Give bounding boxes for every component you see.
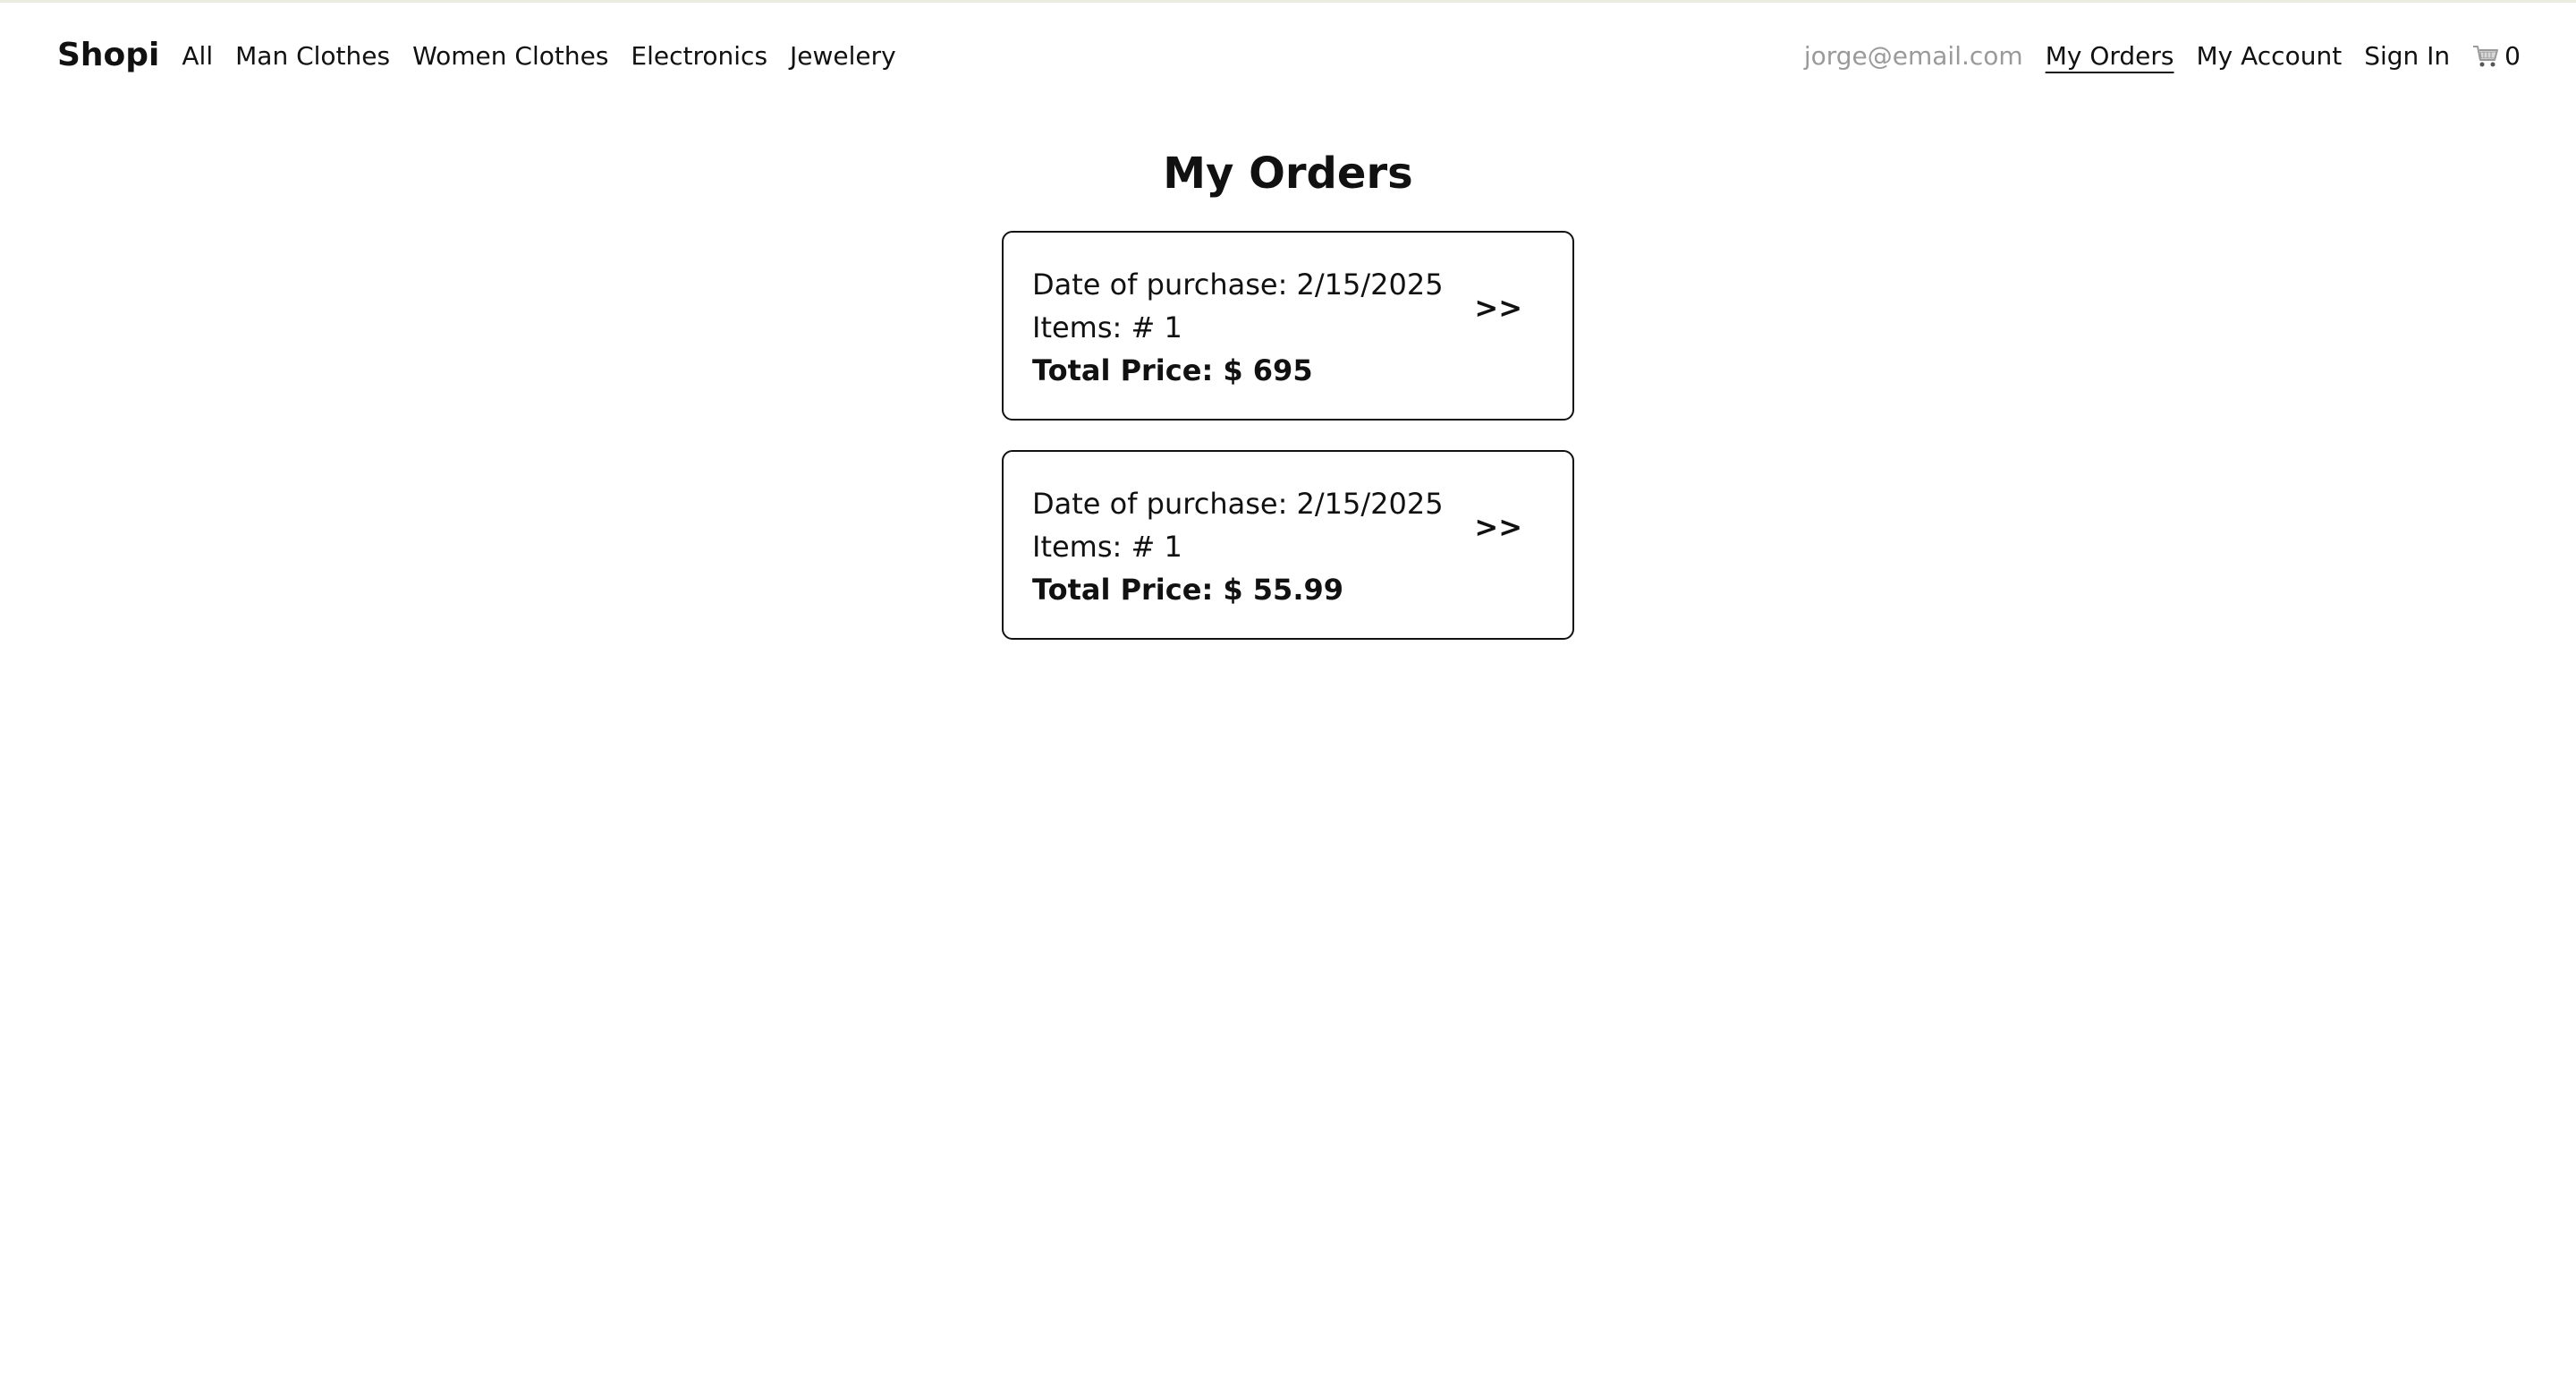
open-order-arrow-icon[interactable]: >>	[1474, 506, 1522, 548]
order-total-price: Total Price: $ 55.99	[1032, 573, 1343, 607]
nav-link-my-orders[interactable]: My Orders	[2046, 37, 2174, 74]
shopping-cart-icon	[2473, 46, 2499, 67]
open-order-arrow-icon[interactable]: >>	[1474, 286, 1522, 329]
order-date: Date of purchase: 2/15/2025	[1032, 487, 1444, 521]
orders-list: Date of purchase: 2/15/2025 Items: # 1 T…	[1002, 231, 1574, 640]
cart-button[interactable]: 0	[2472, 37, 2521, 74]
nav-link-sign-in[interactable]: Sign In	[2364, 37, 2450, 74]
nav-link-jewelery[interactable]: Jewelery	[790, 37, 896, 74]
nav-link-women-clothes[interactable]: Women Clothes	[412, 37, 608, 74]
order-card[interactable]: Date of purchase: 2/15/2025 Items: # 1 T…	[1002, 450, 1574, 640]
nav-link-all[interactable]: All	[182, 37, 213, 74]
order-card[interactable]: Date of purchase: 2/15/2025 Items: # 1 T…	[1002, 231, 1574, 421]
nav-left: Shopi All Man Clothes Women Clothes Elec…	[57, 37, 896, 74]
nav-link-my-account[interactable]: My Account	[2197, 37, 2343, 74]
order-items-count: Items: # 1	[1032, 530, 1182, 564]
page-title: My Orders	[1163, 149, 1413, 199]
nav-right: jorge@email.com My Orders My Account Sig…	[1804, 37, 2521, 74]
order-total-price: Total Price: $ 695	[1032, 353, 1313, 387]
cart-count: 0	[2504, 41, 2521, 71]
nav-link-electronics[interactable]: Electronics	[631, 37, 767, 74]
order-date: Date of purchase: 2/15/2025	[1032, 268, 1444, 302]
user-email: jorge@email.com	[1803, 41, 2023, 71]
brand-logo[interactable]: Shopi	[57, 38, 159, 73]
nav-link-man-clothes[interactable]: Man Clothes	[235, 37, 390, 74]
order-items-count: Items: # 1	[1032, 310, 1182, 344]
navbar: Shopi All Man Clothes Women Clothes Elec…	[0, 0, 2576, 111]
